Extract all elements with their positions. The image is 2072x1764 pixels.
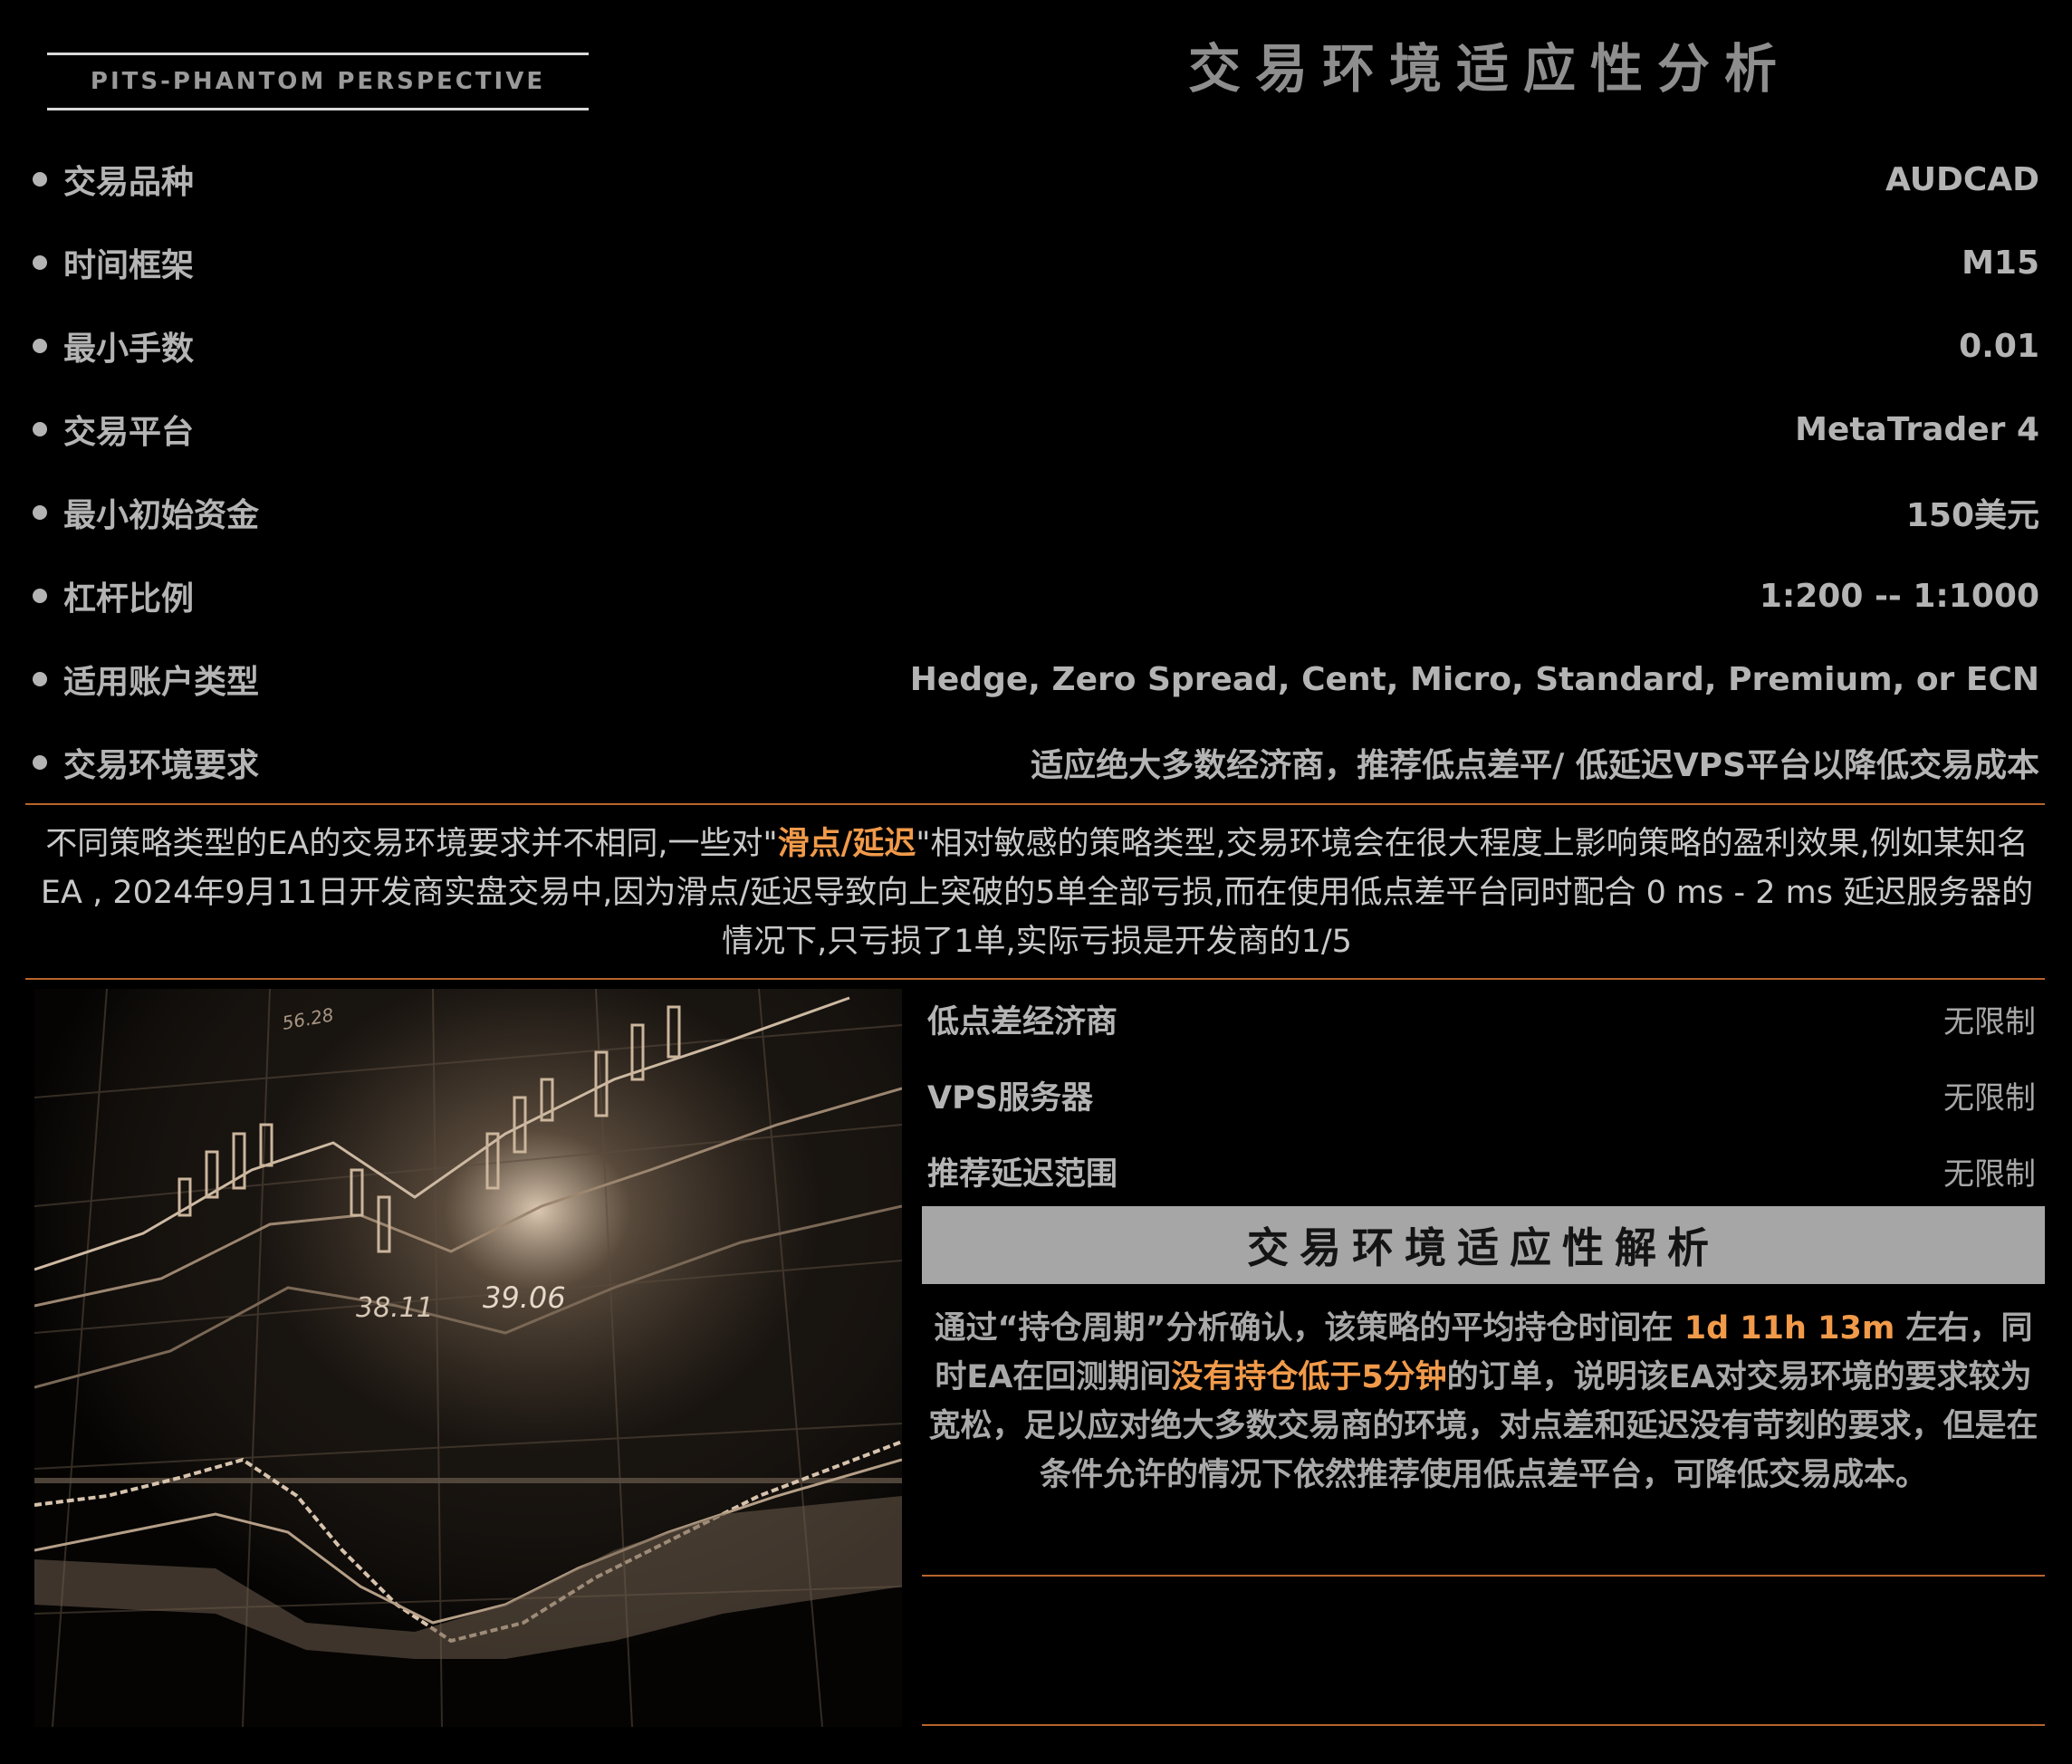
bullet-icon: [33, 422, 47, 436]
bullet-icon: [33, 339, 47, 353]
environment-note: 不同策略类型的EA的交易环境要求并不相同,一些对"滑点/延迟"相对敏感的策略类型…: [36, 820, 2038, 966]
spec-row-leverage: 杠杆比例 1:200 -- 1:1000: [33, 564, 2039, 628]
spec-value: 适应绝大多数经济商，推荐低点差平/ 低延迟VPS平台以降低交易成本: [1031, 747, 2039, 784]
analysis-header: 交易环境适应性解析: [922, 1206, 2045, 1284]
bullet-icon: [33, 255, 47, 270]
analysis-text: 通过“持仓周期”分析确认，该策略的平均持仓时间在: [934, 1310, 1684, 1347]
spec-label: 适用账户类型: [63, 664, 260, 701]
env-label: 低点差经济商: [927, 1003, 1118, 1040]
spec-label: 时间框架: [63, 247, 195, 284]
trading-chart-image: 56.28 38.11 39.06: [34, 989, 902, 1727]
spec-row-min-lot: 最小手数 0.01: [33, 314, 2039, 378]
spec-value: 0.01: [1959, 327, 2039, 365]
spec-row-platform: 交易平台 MetaTrader 4: [33, 398, 2039, 461]
divider: [25, 978, 2045, 980]
spec-label: 交易环境要求: [63, 747, 260, 784]
env-value: 无限制: [1943, 1079, 2036, 1117]
env-row-low-spread-broker: 低点差经济商 无限制: [927, 987, 2036, 1050]
spec-label: 交易平台: [63, 414, 195, 451]
brand-logo-text: PITS-PHANTOM PERSPECTIVE: [90, 68, 546, 95]
spec-row-environment: 交易环境要求 适应绝大多数经济商，推荐低点差平/ 低延迟VPS平台以降低交易成本: [33, 731, 2039, 794]
spec-value: MetaTrader 4: [1795, 410, 2039, 448]
spec-label: 最小手数: [63, 331, 195, 368]
chart-tick-label: 39.06: [483, 1280, 566, 1315]
spec-value: AUDCAD: [1885, 160, 2039, 198]
spec-row-min-capital: 最小初始资金 150美元: [33, 481, 2039, 544]
env-value: 无限制: [1943, 1155, 2036, 1193]
spec-row-symbol: 交易品种 AUDCAD: [33, 148, 2039, 211]
spec-value: M15: [1962, 244, 2039, 282]
spec-label: 交易品种: [63, 164, 195, 201]
analysis-paragraph: 通过“持仓周期”分析确认，该策略的平均持仓时间在 1d 11h 13m 左右，同…: [927, 1304, 2039, 1500]
env-label: 推荐延迟范围: [927, 1155, 1118, 1193]
spec-value: 150美元: [1905, 497, 2039, 534]
env-value: 无限制: [1943, 1003, 2036, 1040]
analysis-highlight-min-hold: 没有持仓低于5分钟: [1171, 1359, 1447, 1395]
bullet-icon: [33, 589, 47, 603]
divider: [922, 1724, 2045, 1726]
brand-logo: PITS-PHANTOM PERSPECTIVE: [47, 53, 589, 110]
chart-tick-label: 38.11: [356, 1292, 434, 1324]
env-label: VPS服务器: [927, 1079, 1093, 1117]
spec-label: 杠杆比例: [63, 580, 195, 618]
note-highlight: 滑点/延迟: [777, 826, 916, 862]
bullet-icon: [33, 505, 47, 520]
bullet-icon: [33, 755, 47, 770]
analysis-highlight-duration: 1d 11h 13m: [1684, 1310, 1895, 1347]
spec-value: 1:200 -- 1:1000: [1759, 577, 2039, 615]
spec-label: 最小初始资金: [63, 497, 260, 534]
bullet-icon: [33, 672, 47, 686]
analysis-title: 交易环境适应性解析: [1247, 1223, 1720, 1272]
spec-row-account-types: 适用账户类型 Hedge, Zero Spread, Cent, Micro, …: [33, 647, 2039, 711]
divider: [922, 1575, 2045, 1577]
spec-row-timeframe: 时间框架 M15: [33, 231, 2039, 294]
note-text: 不同策略类型的EA的交易环境要求并不相同,一些对": [45, 826, 778, 862]
env-row-latency-range: 推荐延迟范围 无限制: [927, 1139, 2036, 1203]
bullet-icon: [33, 172, 47, 187]
spec-value: Hedge, Zero Spread, Cent, Micro, Standar…: [909, 660, 2039, 698]
env-row-vps-server: VPS服务器 无限制: [927, 1063, 2036, 1126]
divider: [25, 803, 2045, 805]
page-title: 交易环境适应性分析: [1187, 38, 1791, 100]
